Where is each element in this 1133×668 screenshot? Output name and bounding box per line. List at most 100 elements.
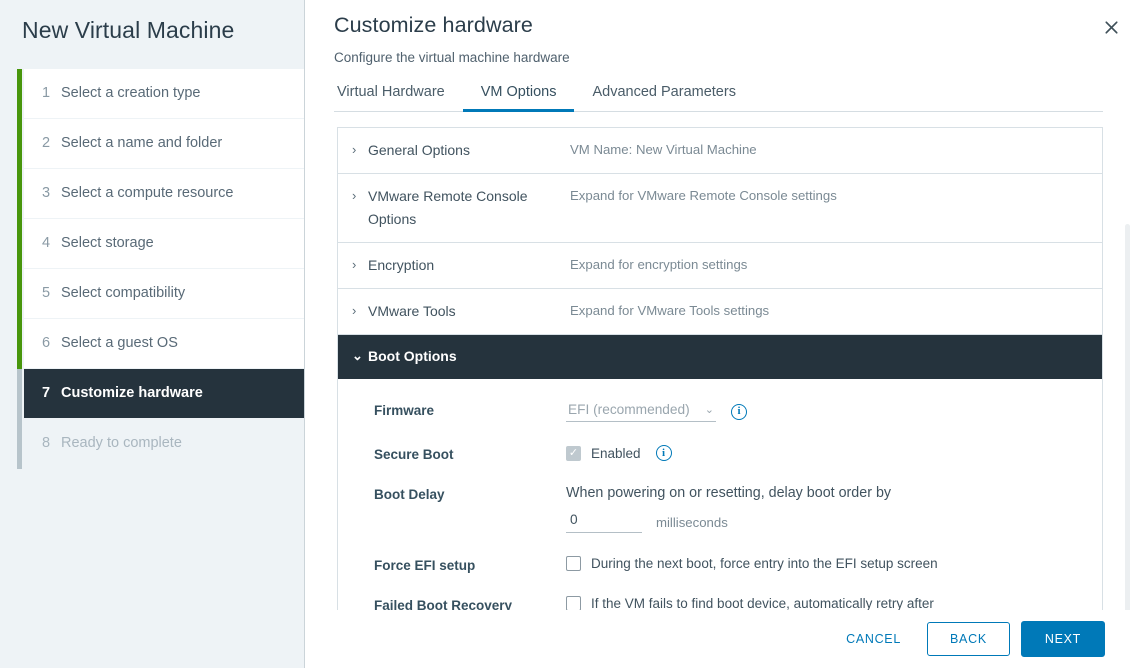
step-number: 4 <box>42 235 51 252</box>
vm-options-scroll-area: › General Options VM Name: New Virtual M… <box>305 112 1133 610</box>
accordion-title-wrap: › VMware Tools <box>338 300 570 323</box>
field-firmware: Firmware EFI (recommended) ⌄ i <box>338 401 1102 423</box>
chevron-down-icon: ⌄ <box>352 348 363 364</box>
boot-delay-label: Boot Delay <box>374 487 445 503</box>
accordion-row-encryption[interactable]: › Encryption Expand for encryption setti… <box>338 243 1102 290</box>
wizard-sidebar: New Virtual Machine 1 Select a creation … <box>0 0 305 668</box>
field-failed-boot-recovery: Failed Boot Recovery If the VM fails to … <box>338 596 1102 610</box>
step-number: 8 <box>42 435 51 452</box>
wizard-title: New Virtual Machine <box>22 17 235 43</box>
accordion-row-general-options[interactable]: › General Options VM Name: New Virtual M… <box>338 127 1102 174</box>
boot-options-body: Firmware EFI (recommended) ⌄ i Secure Bo… <box>338 379 1102 610</box>
step-label: Ready to complete <box>61 435 182 452</box>
boot-delay-unit: milliseconds <box>656 514 728 530</box>
back-button[interactable]: BACK <box>927 622 1010 656</box>
sidebar-step-7[interactable]: 7 Customize hardware <box>24 368 304 418</box>
secure-boot-label: Secure Boot <box>374 447 454 463</box>
vertical-scrollbar[interactable] <box>1125 223 1130 610</box>
step-number: 3 <box>42 185 51 202</box>
progress-rail-done <box>17 68 22 369</box>
secure-boot-checkbox[interactable]: ✓ <box>566 445 581 461</box>
wizard-footer: CANCEL BACK NEXT <box>305 610 1133 668</box>
step-number: 7 <box>42 385 51 402</box>
next-button[interactable]: NEXT <box>1020 621 1105 657</box>
accordion-summary: Expand for VMware Remote Console setting… <box>570 187 837 203</box>
accordion-title: VMware Remote Console Options <box>368 187 528 228</box>
page-header: Customize hardware Configure the virtual… <box>305 0 1133 112</box>
step-label: Select storage <box>61 235 154 252</box>
firmware-control: EFI (recommended) ⌄ i <box>566 401 1102 423</box>
vm-options-accordion: › General Options VM Name: New Virtual M… <box>337 126 1103 610</box>
accordion-title-wrap: › Encryption <box>338 254 570 277</box>
step-number: 1 <box>42 85 51 102</box>
force-efi-setup-checkbox-label: During the next boot, force entry into t… <box>591 556 938 572</box>
sidebar-step-6[interactable]: 6 Select a guest OS <box>24 318 304 368</box>
boot-delay-input[interactable] <box>566 511 642 534</box>
step-number: 6 <box>42 335 51 352</box>
check-icon: ✓ <box>568 446 579 459</box>
tab-vm-options[interactable]: VM Options <box>462 79 575 112</box>
tab-virtual-hardware[interactable]: Virtual Hardware <box>335 79 463 112</box>
secure-boot-checkbox-label: Enabled <box>591 445 641 461</box>
accordion-title-wrap: › VMware Remote Console Options <box>338 185 570 231</box>
accordion-row-boot-options[interactable]: ⌄ Boot Options <box>338 335 1102 380</box>
force-efi-setup-checkbox[interactable] <box>566 556 581 572</box>
secure-boot-control: ✓ Enabled i <box>566 445 1102 462</box>
sidebar-step-8[interactable]: 8 Ready to complete <box>24 418 304 468</box>
field-boot-delay: Boot Delay When powering on or resetting… <box>338 485 1102 534</box>
field-secure-boot: Secure Boot ✓ Enabled i <box>338 445 1102 462</box>
chevron-right-icon: › <box>352 303 357 319</box>
failed-boot-recovery-control: If the VM fails to find boot device, aut… <box>566 596 1102 610</box>
step-label: Select a creation type <box>61 85 201 102</box>
sidebar-step-4[interactable]: 4 Select storage <box>24 218 304 268</box>
sidebar-step-3[interactable]: 3 Select a compute resource <box>24 168 304 218</box>
field-force-efi-setup: Force EFI setup During the next boot, fo… <box>338 556 1102 573</box>
accordion-title: Boot Options <box>368 348 457 365</box>
sidebar-step-2[interactable]: 2 Select a name and folder <box>24 118 304 168</box>
firmware-selected-value: EFI (recommended) <box>568 402 690 418</box>
accordion-title: General Options <box>368 141 470 158</box>
boot-delay-row: milliseconds <box>566 511 1102 534</box>
page-subtitle: Configure the virtual machine hardware <box>334 49 570 65</box>
chevron-right-icon: › <box>352 257 357 273</box>
chevron-right-icon: › <box>352 187 357 203</box>
accordion-title-wrap: › General Options <box>338 139 570 162</box>
accordion-title: VMware Tools <box>368 303 456 320</box>
failed-boot-recovery-checkbox[interactable] <box>566 596 581 610</box>
settings-tabs: Virtual Hardware VM Options Advanced Par… <box>334 79 1103 112</box>
sidebar-step-1[interactable]: 1 Select a creation type <box>24 68 304 118</box>
force-efi-setup-label: Force EFI setup <box>374 558 476 574</box>
accordion-row-vmware-tools[interactable]: › VMware Tools Expand for VMware Tools s… <box>338 289 1102 336</box>
cancel-button[interactable]: CANCEL <box>830 624 917 654</box>
boot-delay-control: When powering on or resetting, delay boo… <box>566 485 1102 534</box>
firmware-select[interactable]: EFI (recommended) ⌄ <box>566 401 716 423</box>
step-label: Customize hardware <box>61 385 203 402</box>
chevron-down-icon: ⌄ <box>704 404 714 417</box>
force-efi-setup-control: During the next boot, force entry into t… <box>566 556 1102 572</box>
sidebar-step-5[interactable]: 5 Select compatibility <box>24 268 304 318</box>
info-icon[interactable]: i <box>731 403 747 420</box>
wizard-steps: 1 Select a creation type 2 Select a name… <box>0 68 304 469</box>
accordion-summary: Expand for VMware Tools settings <box>570 303 770 319</box>
accordion-summary: VM Name: New Virtual Machine <box>570 141 757 157</box>
step-label: Select compatibility <box>61 285 186 302</box>
close-icon[interactable] <box>1097 13 1125 41</box>
page-title: Customize hardware <box>334 13 533 37</box>
firmware-label: Firmware <box>374 403 435 419</box>
wizard-main-panel: Customize hardware Configure the virtual… <box>305 0 1133 668</box>
step-label: Select a name and folder <box>61 135 223 152</box>
failed-boot-recovery-checkbox-label: If the VM fails to find boot device, aut… <box>591 596 934 610</box>
new-virtual-machine-wizard: New Virtual Machine 1 Select a creation … <box>0 0 1133 668</box>
step-number: 2 <box>42 135 51 152</box>
step-label: Select a compute resource <box>61 185 234 202</box>
failed-boot-recovery-label: Failed Boot Recovery <box>374 598 513 610</box>
info-icon[interactable]: i <box>655 445 672 462</box>
accordion-row-vmware-remote-console-options[interactable]: › VMware Remote Console Options Expand f… <box>338 173 1102 244</box>
accordion-title-wrap: ⌄ Boot Options <box>338 345 570 368</box>
accordion-title: Encryption <box>368 257 435 274</box>
chevron-right-icon: › <box>352 141 357 157</box>
step-number: 5 <box>42 285 51 302</box>
boot-delay-description: When powering on or resetting, delay boo… <box>566 485 892 502</box>
accordion-summary: Expand for encryption settings <box>570 257 748 273</box>
tab-advanced-parameters[interactable]: Advanced Parameters <box>574 79 753 112</box>
